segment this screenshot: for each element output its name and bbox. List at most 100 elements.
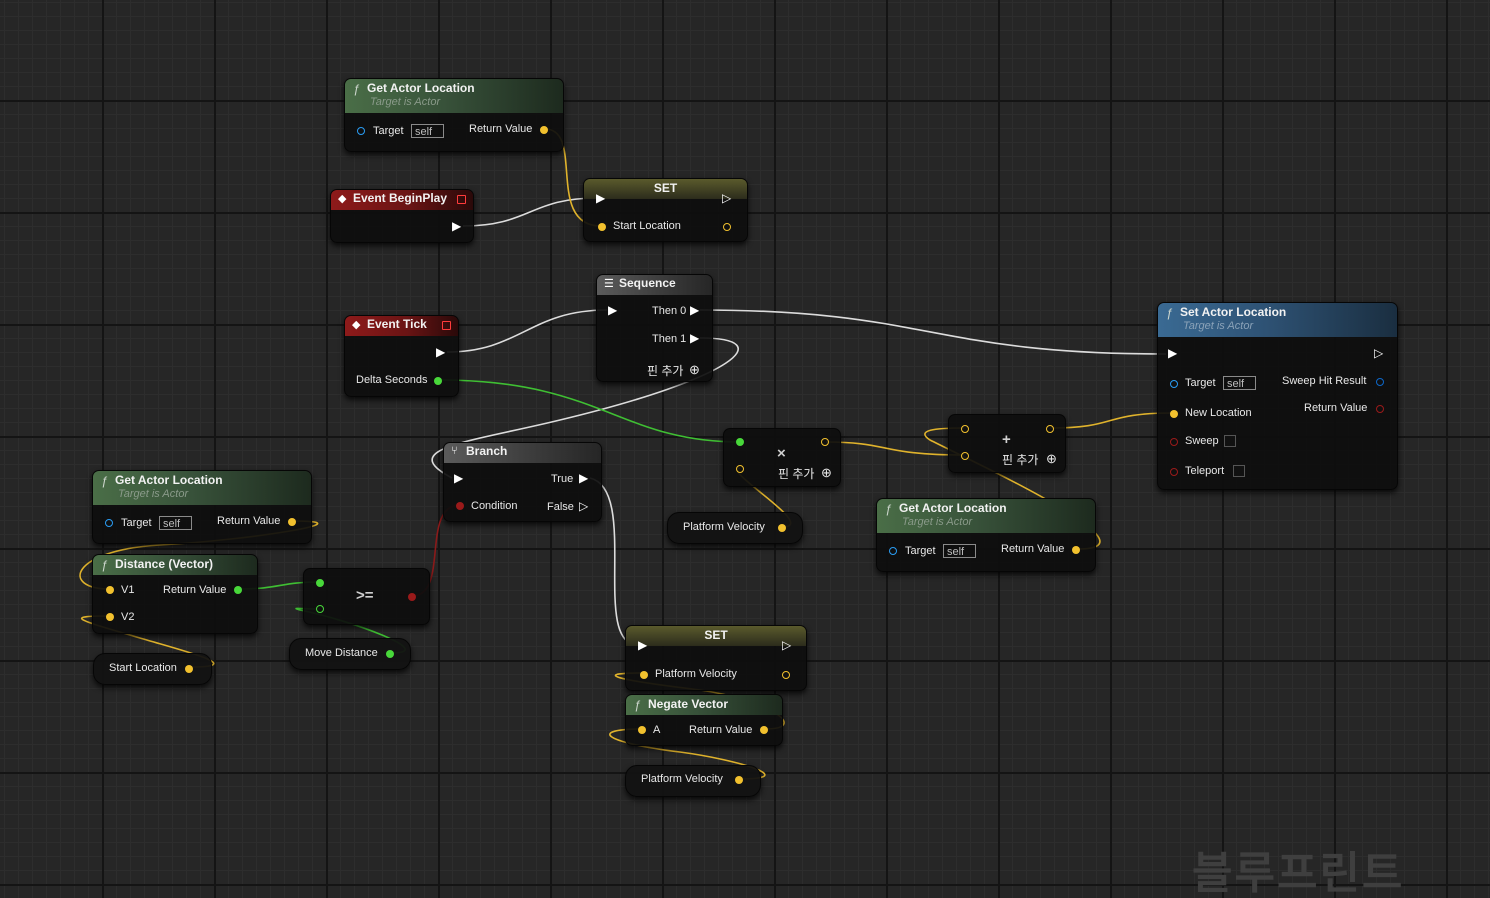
return-value-label: Return Value	[163, 584, 227, 596]
exec-in-pin[interactable]: ▶	[454, 472, 463, 485]
add-pin-label[interactable]: 핀 추가	[1002, 454, 1038, 467]
add-pin-label[interactable]: 핀 추가	[647, 365, 683, 378]
a-in-pin[interactable]	[736, 438, 744, 446]
start-location-in-pin[interactable]	[598, 223, 606, 231]
exec-in-pin[interactable]: ▶	[596, 192, 605, 205]
sweep-checkbox[interactable]	[1224, 435, 1236, 447]
sweep-hit-result-label: Sweep Hit Result	[1282, 375, 1367, 387]
node-header: ƒ Set Actor Location Target is Actor	[1158, 303, 1397, 337]
variable-out-pin[interactable]	[735, 776, 743, 784]
get-actor-location-node-right[interactable]: ƒ Get Actor Location Target is Actor Tar…	[876, 498, 1096, 572]
exec-in-pin[interactable]: ▶	[638, 639, 647, 652]
platform-velocity-out-pin[interactable]	[782, 671, 790, 679]
exec-wire-then0-setlocation	[699, 309, 1167, 355]
add-node[interactable]: + 핀 추가 ⊕	[948, 414, 1066, 473]
event-beginplay-node[interactable]: ◆ Event BeginPlay ▶	[330, 189, 474, 243]
target-pin[interactable]	[1170, 380, 1178, 388]
start-location-out-pin[interactable]	[723, 223, 731, 231]
variable-out-pin[interactable]	[185, 665, 193, 673]
node-title: Get Actor Location	[115, 473, 223, 487]
move-distance-getter[interactable]: Move Distance	[289, 638, 411, 670]
target-self-field[interactable]: self	[411, 124, 444, 138]
return-value-label: Return Value	[217, 515, 281, 527]
teleport-checkbox[interactable]	[1233, 465, 1245, 477]
distance-vector-node[interactable]: ƒ Distance (Vector) V1 Return Value V2	[92, 554, 258, 634]
then-1-pin[interactable]: ▶	[690, 332, 699, 345]
target-self-field[interactable]: self	[159, 516, 192, 530]
result-out-pin[interactable]	[1046, 425, 1054, 433]
target-pin[interactable]	[357, 127, 365, 135]
target-pin[interactable]	[105, 519, 113, 527]
exec-in-pin[interactable]: ▶	[1168, 347, 1177, 360]
compare-greater-equal-node[interactable]: >=	[303, 568, 430, 625]
return-value-pin[interactable]	[1072, 546, 1080, 554]
branch-node[interactable]: ⑂ Branch ▶ True ▶ Condition False ▷	[443, 442, 602, 522]
set-actor-location-node[interactable]: ƒ Set Actor Location Target is Actor ▶ ▷…	[1157, 302, 1398, 490]
return-value-pin[interactable]	[540, 126, 548, 134]
exec-out-pin[interactable]: ▷	[1374, 347, 1383, 360]
float-wire-delta-multiply	[439, 379, 741, 443]
v2-pin[interactable]	[106, 613, 114, 621]
delegate-pin-icon[interactable]	[442, 321, 451, 330]
new-location-pin[interactable]	[1170, 410, 1178, 418]
variable-out-pin[interactable]	[778, 524, 786, 532]
add-pin-plus-icon[interactable]: ⊕	[1046, 452, 1057, 465]
compare-symbol: >=	[356, 587, 374, 604]
a-in-pin[interactable]	[961, 425, 969, 433]
v1-pin[interactable]	[106, 586, 114, 594]
node-header: ◆ Event Tick	[345, 316, 458, 336]
a-in-pin[interactable]	[316, 579, 324, 587]
return-value-pin[interactable]	[288, 518, 296, 526]
variable-out-pin[interactable]	[386, 650, 394, 658]
false-exec-pin[interactable]: ▷	[579, 500, 588, 513]
node-header: ƒ Get Actor Location Target is Actor	[345, 79, 563, 113]
sequence-icon: ☰	[604, 278, 614, 290]
sweep-pin[interactable]	[1170, 438, 1178, 446]
return-value-pin[interactable]	[1376, 405, 1384, 413]
target-pin[interactable]	[889, 547, 897, 555]
exec-out-pin[interactable]: ▷	[782, 639, 791, 652]
add-pin-label[interactable]: 핀 추가	[778, 468, 814, 481]
target-self-field[interactable]: self	[943, 544, 976, 558]
get-actor-location-node-left[interactable]: ƒ Get Actor Location Target is Actor Tar…	[92, 470, 312, 544]
b-in-pin[interactable]	[736, 465, 744, 473]
event-tick-node[interactable]: ◆ Event Tick ▶ Delta Seconds	[344, 315, 459, 397]
result-out-pin[interactable]	[408, 593, 416, 601]
target-self-field[interactable]: self	[1223, 376, 1256, 390]
vector-wire-multiply-add	[825, 441, 965, 456]
exec-out-pin[interactable]: ▶	[452, 220, 461, 233]
return-value-pin[interactable]	[234, 586, 242, 594]
target-label: Target	[373, 125, 404, 137]
set-platform-velocity-node[interactable]: SET ▶ ▷ Platform Velocity	[625, 625, 807, 691]
a-pin[interactable]	[638, 726, 646, 734]
add-pin-plus-icon[interactable]: ⊕	[689, 363, 700, 376]
exec-out-pin[interactable]: ▶	[436, 346, 445, 359]
sweep-hit-result-pin[interactable]	[1376, 378, 1384, 386]
node-subtitle: Target is Actor	[1183, 320, 1254, 332]
exec-in-pin[interactable]: ▶	[608, 304, 617, 317]
delegate-pin-icon[interactable]	[457, 195, 466, 204]
return-value-pin[interactable]	[760, 726, 768, 734]
platform-velocity-getter[interactable]: Platform Velocity	[667, 512, 803, 544]
true-exec-pin[interactable]: ▶	[579, 472, 588, 485]
platform-velocity-getter-2[interactable]: Platform Velocity	[625, 765, 761, 797]
variable-label: Platform Velocity	[683, 521, 765, 533]
negate-vector-node[interactable]: ƒ Negate Vector A Return Value	[625, 694, 783, 746]
start-location-getter[interactable]: Start Location	[93, 653, 212, 685]
b-in-pin[interactable]	[961, 452, 969, 460]
add-pin-plus-icon[interactable]: ⊕	[821, 466, 832, 479]
result-out-pin[interactable]	[821, 438, 829, 446]
delta-seconds-pin[interactable]	[434, 377, 442, 385]
condition-pin[interactable]	[456, 502, 464, 510]
get-actor-location-node-top[interactable]: ƒ Get Actor Location Target is Actor Tar…	[344, 78, 564, 152]
platform-velocity-in-pin[interactable]	[640, 671, 648, 679]
blueprint-watermark: 블루프린트	[1192, 849, 1405, 898]
exec-out-pin[interactable]: ▷	[722, 192, 731, 205]
set-start-location-node[interactable]: SET ▶ ▷ Start Location	[583, 178, 748, 242]
sequence-node[interactable]: ☰ Sequence ▶ Then 0 ▶ Then 1 ▶ 핀 추가 ⊕	[596, 274, 713, 382]
teleport-pin[interactable]	[1170, 468, 1178, 476]
then-0-pin[interactable]: ▶	[690, 304, 699, 317]
b-in-pin[interactable]	[316, 605, 324, 613]
multiply-node[interactable]: × 핀 추가 ⊕	[723, 428, 841, 487]
node-header: ƒ Negate Vector	[626, 695, 782, 715]
